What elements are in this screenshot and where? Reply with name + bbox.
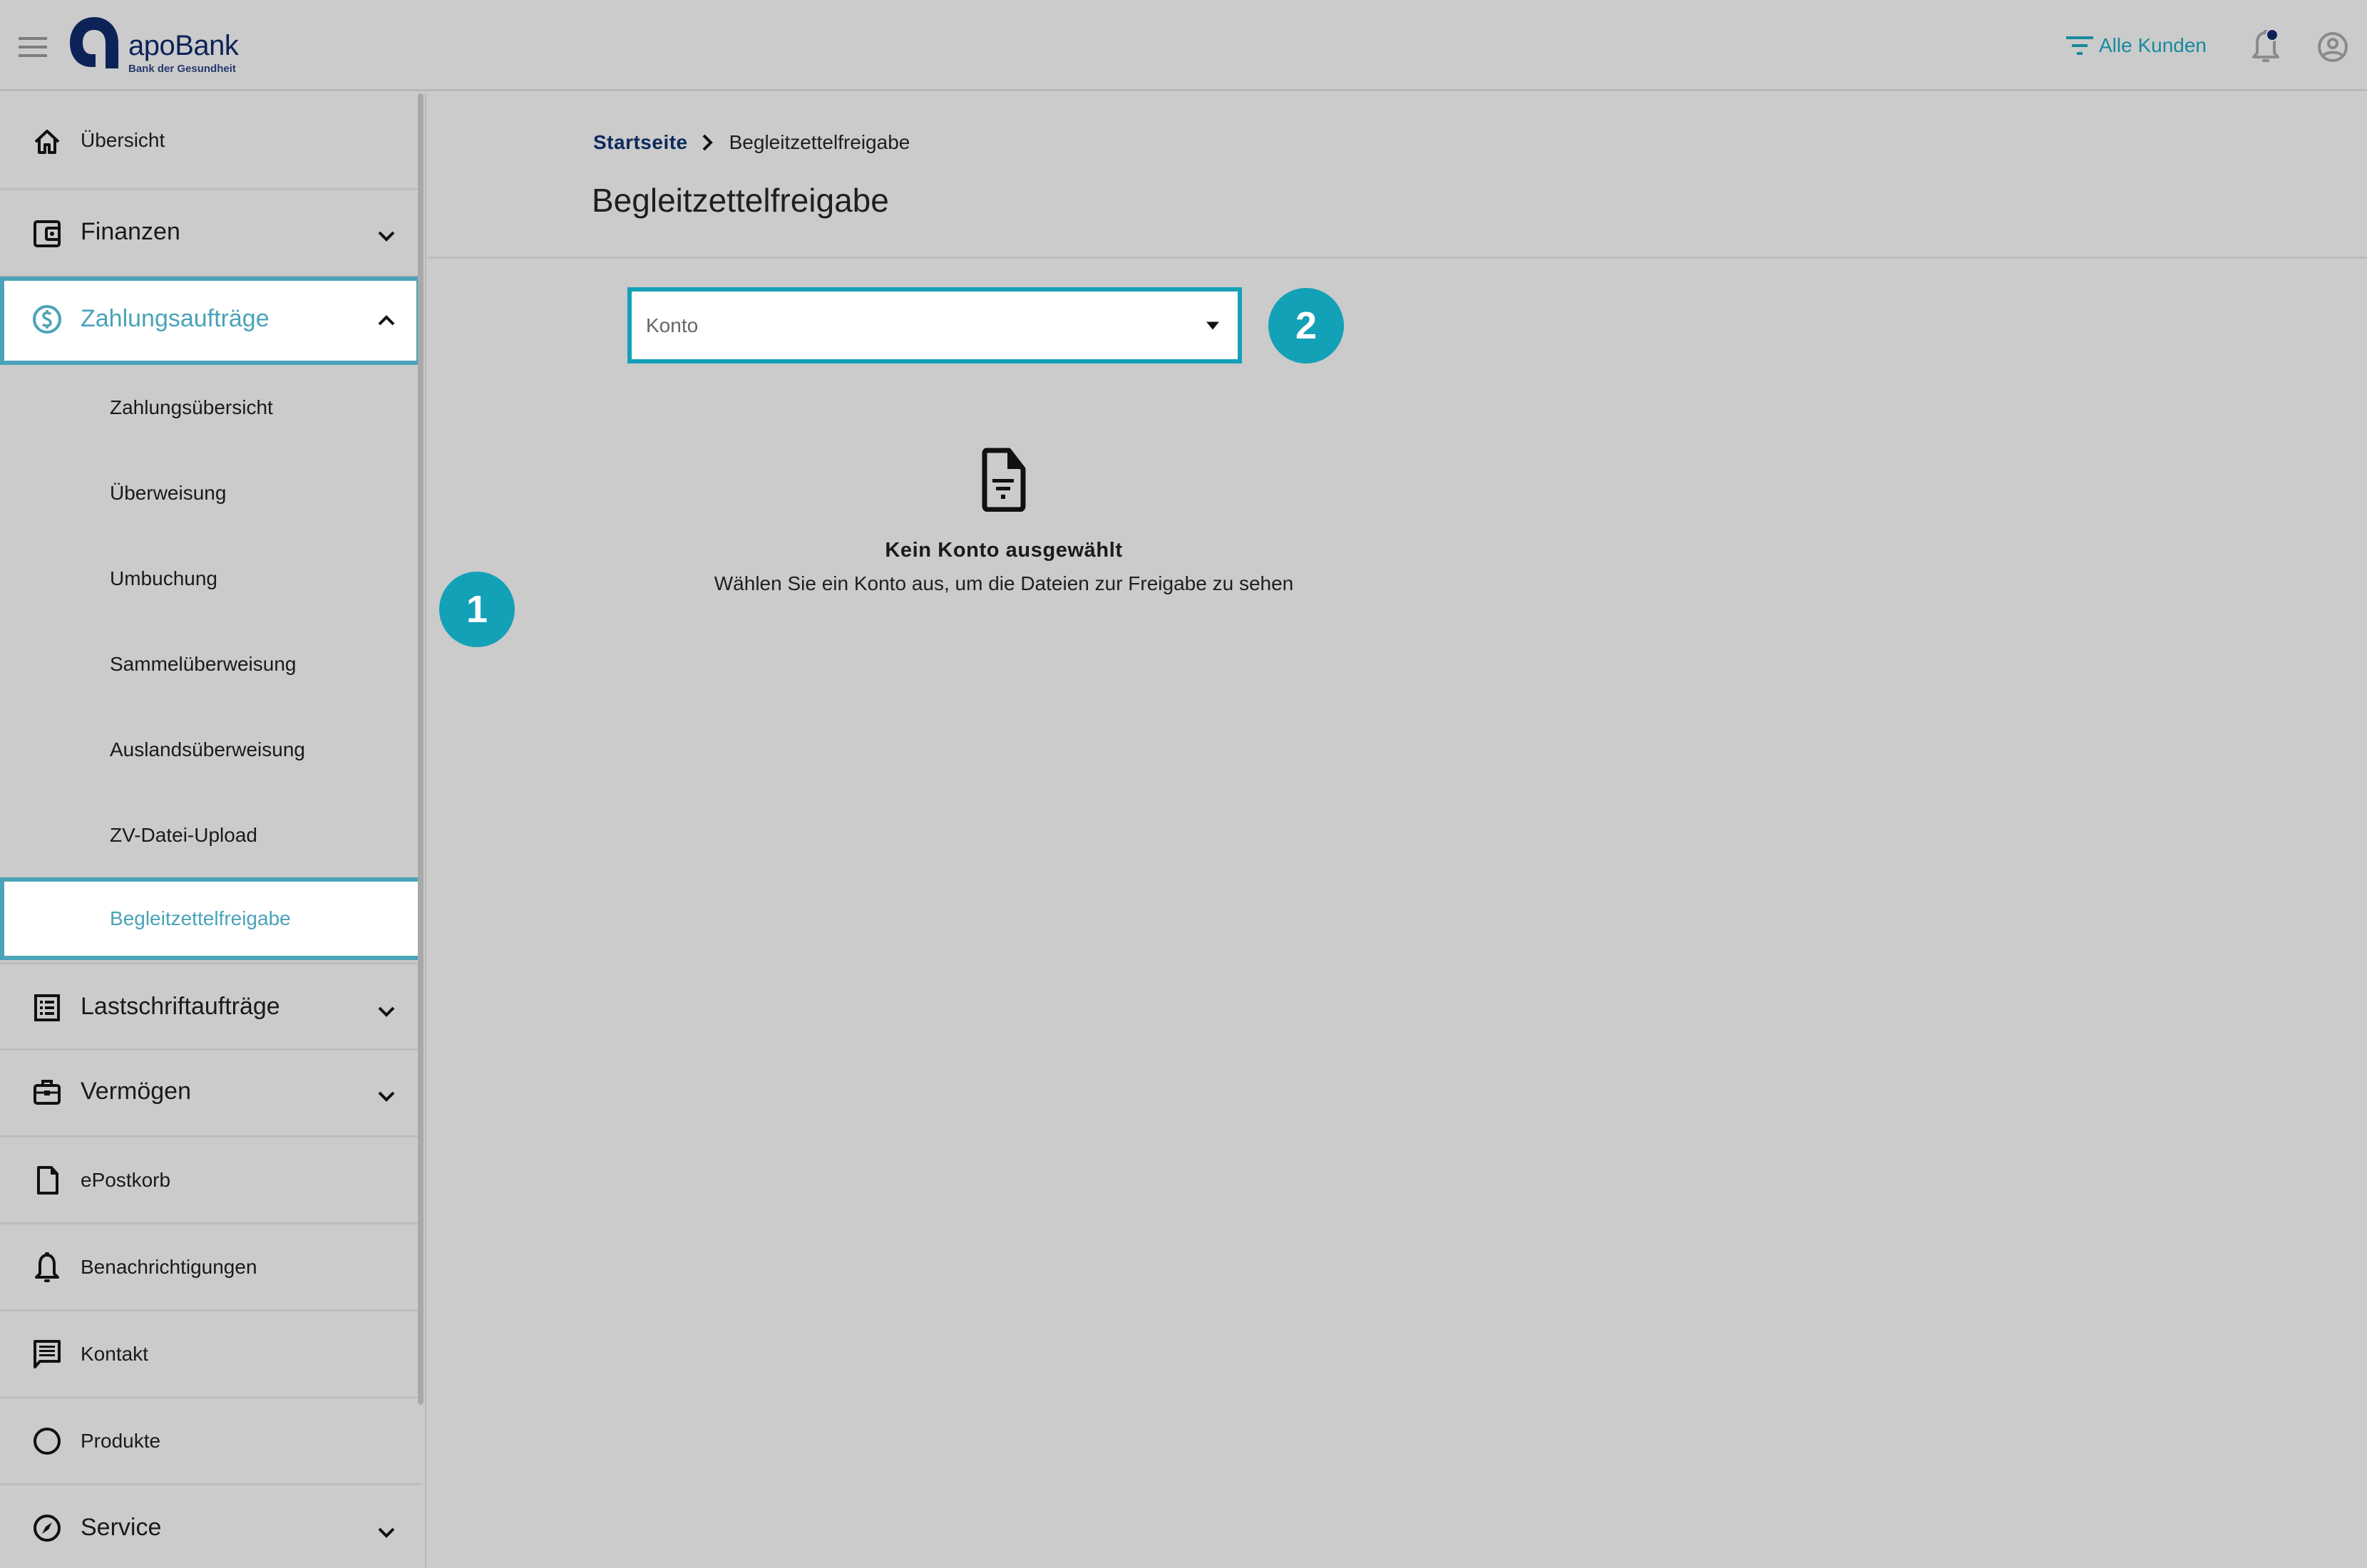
- empty-state-title: Kein Konto ausgewählt: [885, 539, 1123, 562]
- bell-icon: [31, 1252, 63, 1283]
- account-select[interactable]: Konto: [627, 287, 1242, 363]
- document-filter-icon: [982, 448, 1026, 512]
- logo-name: apoBank: [128, 30, 239, 61]
- sidebar-item-epostkorb[interactable]: ePostkorb: [0, 1138, 421, 1224]
- briefcase-icon: [31, 1076, 63, 1108]
- apobank-logo[interactable]: apoBank Bank der Gesundheit: [67, 16, 252, 80]
- sidebar-item-zahlungsauftraege[interactable]: Zahlungsaufträge: [0, 277, 421, 365]
- sidebar-item-label: Service: [81, 1514, 162, 1541]
- sidebar-subitem-auslandsueberweisung[interactable]: Auslandsüberweisung: [0, 707, 421, 793]
- circle-icon: [31, 1425, 63, 1457]
- sidebar-item-label: Lastschriftaufträge: [81, 993, 280, 1020]
- unread-notification-dot: [2266, 29, 2279, 41]
- chevron-down-icon: [372, 222, 401, 250]
- dropdown-caret-icon: [1206, 321, 1219, 329]
- empty-state: Kein Konto ausgewählt Wählen Sie ein Kon…: [642, 448, 1366, 595]
- sidebar-subitem-label: Sammelüberweisung: [110, 653, 297, 675]
- breadcrumb-home-link[interactable]: Startseite: [593, 131, 688, 154]
- sidebar-nav: Übersicht Finanzen Zahlungsaufträge Zahl…: [0, 93, 426, 1568]
- sidebar-subitem-label: Überweisung: [110, 482, 227, 504]
- compass-icon: [31, 1512, 63, 1544]
- customer-filter-label: Alle Kunden: [2099, 34, 2207, 56]
- sidebar-item-label: Benachrichtigungen: [81, 1256, 257, 1278]
- page-title: Begleitzettelfreigabe: [592, 182, 889, 219]
- hamburger-menu-icon[interactable]: [19, 37, 47, 57]
- sidebar-item-label: ePostkorb: [81, 1169, 171, 1191]
- sidebar-subitem-ueberweisung[interactable]: Überweisung: [0, 450, 421, 536]
- sidebar-subitem-sammelueberweisung[interactable]: Sammelüberweisung: [0, 621, 421, 707]
- content-header-divider: [428, 257, 2367, 259]
- sidebar-subitem-label: Umbuchung: [110, 567, 217, 589]
- sidebar-subitem-zv-datei-upload[interactable]: ZV-Datei-Upload: [0, 793, 421, 878]
- top-header: apoBank Bank der Gesundheit Alle Kunden: [0, 0, 2367, 91]
- sidebar-item-service[interactable]: Service: [0, 1485, 421, 1568]
- sidebar-item-label: Kontakt: [81, 1343, 148, 1365]
- sidebar-subitem-label: Zahlungsübersicht: [110, 396, 273, 418]
- sidebar-item-produkte[interactable]: Produkte: [0, 1398, 421, 1485]
- home-icon: [31, 126, 63, 158]
- sidebar-item-label: Übersicht: [81, 129, 165, 151]
- sidebar-subitem-label: Auslandsüberweisung: [110, 738, 305, 760]
- sidebar-subitem-begleitzettelfreigabe[interactable]: Begleitzettelfreigabe: [0, 877, 423, 960]
- sidebar-item-lastschriftauftraege[interactable]: Lastschriftaufträge: [0, 962, 421, 1051]
- breadcrumb: Startseite Begleitzettelfreigabe: [593, 131, 910, 154]
- sidebar-subitem-zahlungsuebersicht[interactable]: Zahlungsübersicht: [0, 365, 421, 450]
- sidebar-subitem-umbuchung[interactable]: Umbuchung: [0, 536, 421, 621]
- filter-icon: [2066, 36, 2093, 55]
- chevron-down-icon: [372, 1518, 401, 1547]
- wallet-icon: [31, 217, 63, 249]
- dollar-circle-icon: [31, 304, 63, 335]
- sidebar-subitem-label: ZV-Datei-Upload: [110, 824, 257, 846]
- sidebar-item-finanzen[interactable]: Finanzen: [0, 190, 421, 277]
- sidebar-item-label: Finanzen: [81, 218, 180, 245]
- step-badge-1: 1: [439, 572, 515, 647]
- sidebar-item-vermoegen[interactable]: Vermögen: [0, 1051, 421, 1138]
- chevron-up-icon: [372, 306, 401, 335]
- chat-icon: [31, 1339, 63, 1370]
- chevron-right-icon: [701, 132, 717, 153]
- sidebar-item-label: Produkte: [81, 1430, 161, 1452]
- account-select-placeholder: Konto: [646, 314, 699, 336]
- document-icon: [31, 1165, 63, 1196]
- chevron-down-icon: [372, 997, 401, 1026]
- sidebar-item-label: Vermögen: [81, 1078, 191, 1105]
- sidebar-scrollbar[interactable]: [418, 93, 423, 1405]
- account-circle-icon[interactable]: [2317, 31, 2348, 63]
- breadcrumb-current: Begleitzettelfreigabe: [729, 131, 910, 153]
- empty-state-subtitle: Wählen Sie ein Konto aus, um die Dateien…: [714, 572, 1294, 594]
- sidebar-item-benachrichtigungen[interactable]: Benachrichtigungen: [0, 1224, 421, 1311]
- sidebar-subitem-label: Begleitzettelfreigabe: [110, 907, 291, 929]
- customer-filter-button[interactable]: Alle Kunden: [2066, 31, 2207, 60]
- list-icon: [31, 991, 63, 1023]
- sidebar-item-label: Zahlungsaufträge: [81, 305, 269, 332]
- chevron-down-icon: [372, 1082, 401, 1110]
- sidebar-item-kontakt[interactable]: Kontakt: [0, 1311, 421, 1398]
- apobank-logo-mark-icon: [70, 17, 118, 68]
- sidebar-item-uebersicht[interactable]: Übersicht: [0, 93, 421, 190]
- step-badge-2: 2: [1268, 288, 1344, 363]
- logo-tagline: Bank der Gesundheit: [128, 63, 236, 75]
